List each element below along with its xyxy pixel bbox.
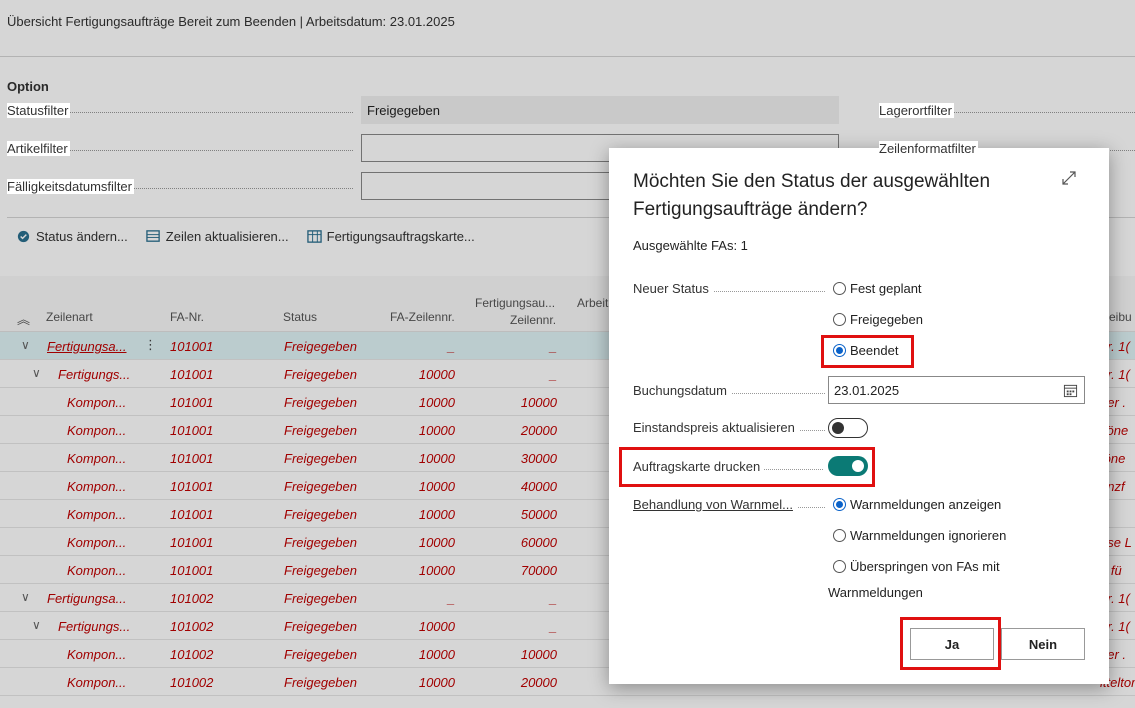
new-status-label: Neuer Status: [633, 281, 713, 296]
radio-selected-icon: [833, 498, 846, 511]
posting-date-input[interactable]: 23.01.2025: [828, 376, 1085, 404]
warning-option-label: Warnmeldungen ignorieren: [850, 528, 1007, 543]
change-status-dialog: Möchten Sie den Status der ausgewählten …: [609, 148, 1109, 684]
status-filter-label: Statusfilter: [7, 102, 71, 118]
no-button[interactable]: Nein: [1001, 628, 1085, 660]
warning-option-ignore[interactable]: Warnmeldungen ignorieren: [833, 528, 1006, 543]
toggle-knob: [832, 422, 844, 434]
status-option-label: Fest geplant: [850, 281, 922, 296]
calendar-icon[interactable]: [1063, 383, 1078, 398]
expand-icon[interactable]: [1059, 168, 1079, 188]
print-card-label: Auftragskarte drucken: [633, 459, 765, 474]
radio-icon: [833, 529, 846, 542]
warning-option-skip-continued: Warnmeldungen: [828, 585, 923, 600]
warning-option-show[interactable]: Warnmeldungen anzeigen: [833, 497, 1001, 512]
warning-option-skip[interactable]: Überspringen von FAs mit: [833, 559, 1000, 574]
line-format-filter-label: Zeilenformatfilter: [879, 141, 978, 156]
highlight-box: [821, 335, 914, 368]
update-cost-label: Einstandspreis aktualisieren: [633, 420, 799, 435]
warning-option-label: Warnmeldungen anzeigen: [850, 497, 1002, 512]
radio-icon: [833, 313, 846, 326]
posting-date-label: Buchungsdatum: [633, 383, 731, 398]
status-option-freigegeben[interactable]: Freigegeben: [833, 312, 923, 327]
status-option-label: Freigegeben: [850, 312, 923, 327]
highlight-box: [900, 617, 1001, 670]
radio-icon: [833, 560, 846, 573]
status-option-fest-geplant[interactable]: Fest geplant: [833, 281, 922, 296]
posting-date-value: 23.01.2025: [834, 382, 900, 398]
radio-icon: [833, 282, 846, 295]
due-date-filter-label: Fälligkeitsdatumsfilter: [7, 178, 134, 194]
warnings-handling-link[interactable]: Behandlung von Warnmel...: [633, 497, 797, 512]
dialog-title: Möchten Sie den Status der ausgewählten …: [633, 171, 991, 220]
article-filter-label: Artikelfilter: [7, 140, 70, 156]
warning-option-label: Überspringen von FAs mit: [850, 559, 1000, 574]
selected-count: Ausgewählte FAs: 1: [633, 238, 748, 253]
location-filter-label: Lagerortfilter: [879, 103, 954, 118]
update-cost-toggle[interactable]: [828, 418, 868, 438]
